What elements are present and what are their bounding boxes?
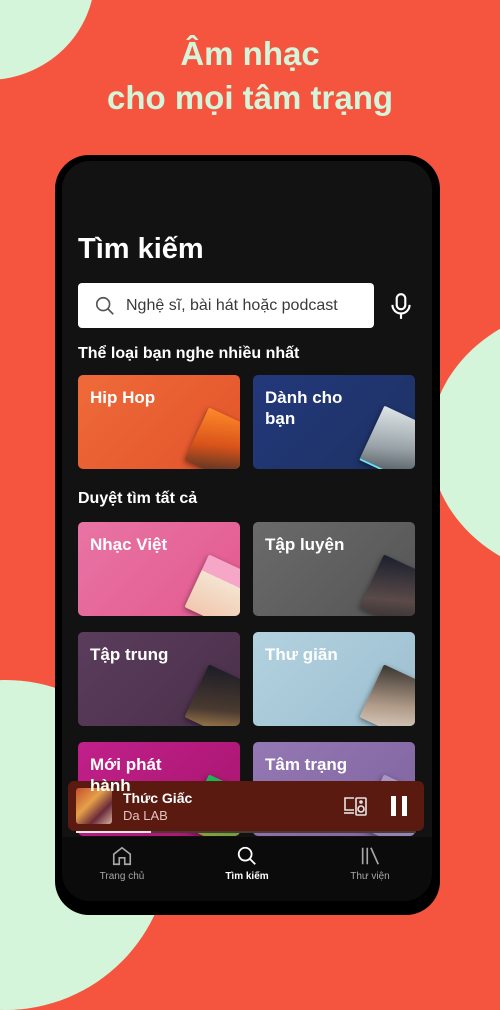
tab-label: Thư viện — [350, 871, 390, 882]
bottom-navigation: Trang chủ Tìm kiếm Thư viện — [62, 837, 432, 901]
genre-card-tap-luyen[interactable]: Tập luyện — [253, 522, 415, 616]
headline-line-1: Âm nhạc — [180, 35, 320, 72]
genre-card-for-you[interactable]: Dành cho bạn — [253, 375, 415, 469]
search-icon — [237, 846, 256, 865]
browse-all-heading: Duyệt tìm tất cả — [78, 490, 198, 507]
tab-library[interactable]: Thư viện — [315, 837, 425, 882]
search-placeholder: Nghệ sĩ, bài hát hoặc podcast — [126, 296, 338, 314]
top-genres-heading: Thể loại bạn nghe nhiều nhất — [78, 345, 300, 362]
decorative-circle — [430, 305, 500, 580]
genre-card-hip-hop[interactable]: Hip Hop — [78, 375, 240, 469]
playlist-cover-image — [359, 664, 415, 726]
card-label: Tập trung — [90, 645, 169, 664]
card-label: Hip Hop — [90, 388, 156, 407]
tab-label: Trang chủ — [99, 871, 145, 882]
microphone-icon[interactable] — [388, 291, 414, 321]
tab-home[interactable]: Trang chủ — [67, 837, 177, 882]
genre-card-thu-gian[interactable]: Thư giãn — [253, 632, 415, 726]
headline-line-2: cho mọi tâm trạng — [106, 79, 394, 116]
playback-progress — [76, 831, 416, 833]
search-icon — [95, 296, 114, 315]
promo-headline: Âm nhạc cho mọi tâm trạng — [0, 32, 500, 120]
phone-screen: Tìm kiếm Nghệ sĩ, bài hát hoặc podcast T… — [62, 161, 432, 901]
library-icon — [361, 847, 380, 865]
playlist-cover-image — [184, 554, 240, 616]
card-label: Thư giãn — [265, 645, 338, 664]
playlist-cover-image — [184, 407, 240, 469]
card-label: Dành cho bạn — [265, 388, 343, 428]
search-input[interactable]: Nghệ sĩ, bài hát hoặc podcast — [78, 283, 374, 328]
playlist-cover-image — [184, 664, 240, 726]
pause-icon[interactable] — [390, 795, 408, 817]
page-title: Tìm kiếm — [78, 233, 204, 265]
card-label: Nhạc Việt — [90, 535, 168, 554]
playback-progress-fill — [76, 831, 151, 833]
tab-search[interactable]: Tìm kiếm — [192, 837, 302, 882]
card-label: Tập luyện — [265, 535, 345, 554]
tab-label: Tìm kiếm — [225, 871, 269, 882]
connect-devices-icon[interactable] — [342, 795, 368, 817]
home-icon — [112, 846, 132, 866]
card-label: Tâm trạng — [265, 755, 348, 774]
track-artist: Da LAB — [123, 808, 168, 823]
playlist-cover-image — [359, 554, 415, 616]
genre-card-tap-trung[interactable]: Tập trung — [78, 632, 240, 726]
genre-card-nhac-viet[interactable]: Nhạc Việt — [78, 522, 240, 616]
card-label: Mới phát hành — [90, 755, 162, 795]
playlist-cover-image — [359, 405, 415, 469]
